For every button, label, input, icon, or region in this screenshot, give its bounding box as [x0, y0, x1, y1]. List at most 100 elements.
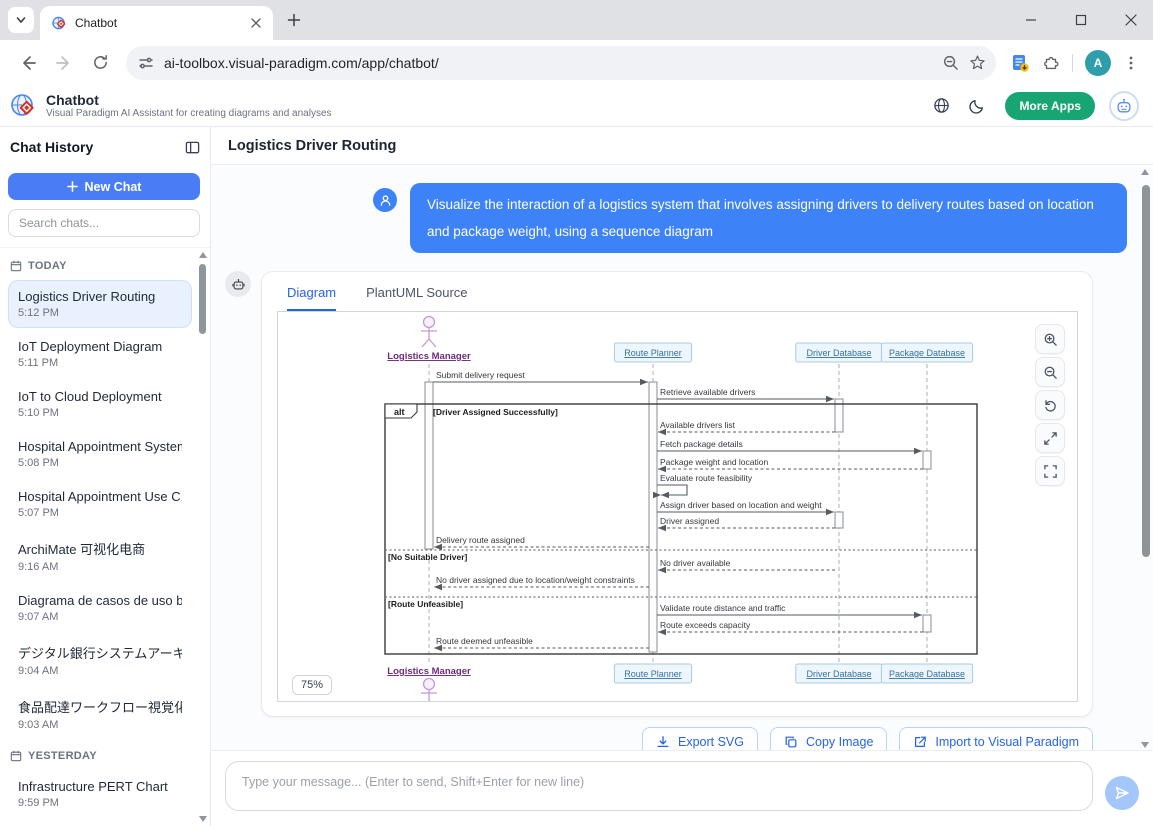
new-chat-label: New Chat — [85, 180, 142, 194]
forward-button[interactable] — [48, 47, 80, 79]
download-icon — [656, 735, 670, 749]
new-chat-button[interactable]: New Chat — [8, 173, 200, 200]
forward-arrow-icon — [55, 54, 73, 72]
chat-item-time: 5:11 PM — [18, 357, 182, 369]
svg-text:Route exceeds capacity: Route exceeds capacity — [660, 620, 751, 630]
chat-history-item[interactable]: ArchiMate 可视化电商 9:16 AM — [8, 530, 192, 582]
svg-text:No driver available: No driver available — [660, 558, 731, 568]
scroll-down-arrow[interactable] — [199, 816, 207, 822]
scroll-up-arrow[interactable] — [1141, 169, 1149, 175]
chat-item-time: 9:59 PM — [18, 797, 182, 809]
fullscreen-button[interactable] — [1035, 456, 1065, 486]
zoom-level-badge[interactable]: 75% — [292, 675, 332, 695]
chat-history-item[interactable]: Infrastructure PERT Chart 9:59 PM — [8, 770, 192, 818]
back-button[interactable] — [12, 47, 44, 79]
window-close-button[interactable] — [1117, 6, 1145, 34]
magnifier-minus-icon — [942, 54, 959, 71]
zoom-in-button[interactable] — [1035, 324, 1065, 354]
scrollbar-thumb[interactable] — [199, 264, 206, 334]
collapse-sidebar-button[interactable] — [185, 140, 200, 155]
more-apps-button[interactable]: More Apps — [1005, 92, 1095, 120]
chat-history-item[interactable]: IoT to Cloud Deployment 5:10 PM — [8, 380, 192, 428]
chatbot-avatar[interactable] — [1109, 91, 1139, 121]
plus-icon — [287, 13, 301, 27]
tab-close-button[interactable] — [247, 14, 265, 32]
svg-text:Validate route distance and tr: Validate route distance and traffic — [660, 603, 786, 613]
chat-history-sidebar: Chat History New Chat TODAY Logistics Dr… — [0, 127, 211, 826]
sidebar-scrollbar[interactable] — [198, 250, 208, 824]
svg-text:[No Suitable Driver]: [No Suitable Driver] — [388, 552, 468, 562]
svg-text:Package Database: Package Database — [889, 348, 965, 358]
extensions-area: A — [1006, 50, 1143, 76]
bookmark-star-button[interactable] — [969, 54, 986, 71]
fit-screen-button[interactable] — [1035, 423, 1065, 453]
tab-title: Chatbot — [75, 16, 239, 30]
main-scrollbar[interactable] — [1140, 167, 1152, 750]
main-panel: Logistics Driver Routing Visualize the i… — [211, 127, 1153, 826]
message-input[interactable] — [225, 761, 1093, 811]
language-button[interactable] — [927, 92, 955, 120]
chat-history-item[interactable]: Hospital Appointment Use C... 5:07 PM — [8, 480, 192, 528]
chat-history-item[interactable]: デジタル銀行システムアーキ... 9:04 AM — [8, 634, 192, 686]
extensions-button[interactable] — [1042, 54, 1060, 72]
section-label: TODAY — [28, 260, 67, 272]
diagram-actions: Export SVG Copy Image Import to Visual P… — [261, 727, 1093, 750]
zoom-out-icon — [1043, 365, 1058, 380]
user-avatar — [373, 188, 397, 212]
send-button[interactable] — [1105, 776, 1139, 810]
chat-area: Visualize the interaction of a logistics… — [211, 165, 1153, 750]
diagram-toolbar — [1035, 324, 1065, 486]
svg-text:Delivery route assigned: Delivery route assigned — [436, 535, 525, 545]
robot-icon — [231, 277, 246, 292]
export-svg-label: Export SVG — [678, 735, 744, 749]
tab-search-button[interactable] — [8, 7, 34, 33]
browser-menu-button[interactable] — [1123, 55, 1139, 71]
bot-avatar — [225, 271, 251, 297]
scroll-down-arrow[interactable] — [1141, 742, 1149, 748]
tab-plantuml-source[interactable]: PlantUML Source — [366, 285, 467, 311]
kebab-menu-icon — [1123, 55, 1139, 71]
chat-item-time: 5:12 PM — [18, 307, 182, 319]
profile-avatar[interactable]: A — [1085, 50, 1111, 76]
scrollbar-thumb[interactable] — [1142, 185, 1150, 557]
external-link-icon — [913, 735, 927, 749]
diagram-viewport[interactable]: Logistics ManagerRoute PlannerDriver Dat… — [277, 311, 1078, 702]
import-to-visual-paradigm-button[interactable]: Import to Visual Paradigm — [899, 727, 1093, 750]
chat-history-item[interactable]: IoT Deployment Diagram 5:11 PM — [8, 330, 192, 378]
address-bar[interactable]: ai-toolbox.visual-paradigm.com/app/chatb… — [126, 46, 996, 80]
search-input[interactable] — [8, 209, 200, 237]
new-tab-button[interactable] — [281, 7, 307, 33]
dark-mode-button[interactable] — [963, 92, 991, 120]
svg-text:Evaluate route feasibility: Evaluate route feasibility — [660, 473, 753, 483]
chat-history-item[interactable]: Logistics Driver Routing 5:12 PM — [8, 280, 192, 328]
reload-button[interactable] — [84, 47, 116, 79]
zoom-page-button[interactable] — [942, 54, 959, 71]
zoom-out-button[interactable] — [1035, 357, 1065, 387]
browser-tab[interactable]: Chatbot — [40, 6, 273, 40]
fullscreen-corners-icon — [1043, 464, 1058, 479]
copy-image-button[interactable]: Copy Image — [770, 727, 887, 750]
scroll-up-arrow[interactable] — [199, 252, 207, 258]
user-message-bubble: Visualize the interaction of a logistics… — [410, 183, 1127, 253]
chat-history-item[interactable]: Diagrama de casos de uso bi... 9:07 AM — [8, 584, 192, 632]
sequence-diagram: Logistics ManagerRoute PlannerDriver Dat… — [278, 312, 1079, 701]
page-title: Logistics Driver Routing — [228, 138, 396, 154]
reload-icon — [92, 54, 109, 71]
export-svg-button[interactable]: Export SVG — [642, 727, 758, 750]
tab-diagram[interactable]: Diagram — [287, 285, 336, 311]
chat-item-title: IoT to Cloud Deployment — [18, 389, 182, 404]
svg-text:Logistics Manager: Logistics Manager — [387, 666, 471, 677]
chat-history-item[interactable]: Sustainability PERT Chart — [8, 820, 192, 826]
user-message-row: Visualize the interaction of a logistics… — [225, 183, 1127, 253]
site-settings-icon[interactable] — [138, 55, 154, 71]
url-text[interactable]: ai-toolbox.visual-paradigm.com/app/chatb… — [164, 55, 932, 71]
chat-history-item[interactable]: Hospital Appointment System 5:08 PM — [8, 430, 192, 478]
back-arrow-icon — [19, 54, 37, 72]
reset-view-button[interactable] — [1035, 390, 1065, 420]
svg-text:Driver Database: Driver Database — [806, 348, 871, 358]
reading-list-button[interactable] — [1010, 53, 1030, 73]
chat-history-item[interactable]: 食品配達ワークフロー視覚化 9:03 AM — [8, 688, 192, 740]
window-maximize-button[interactable] — [1067, 6, 1095, 34]
window-minimize-button[interactable] — [1017, 6, 1045, 34]
chevron-down-icon — [15, 14, 27, 26]
